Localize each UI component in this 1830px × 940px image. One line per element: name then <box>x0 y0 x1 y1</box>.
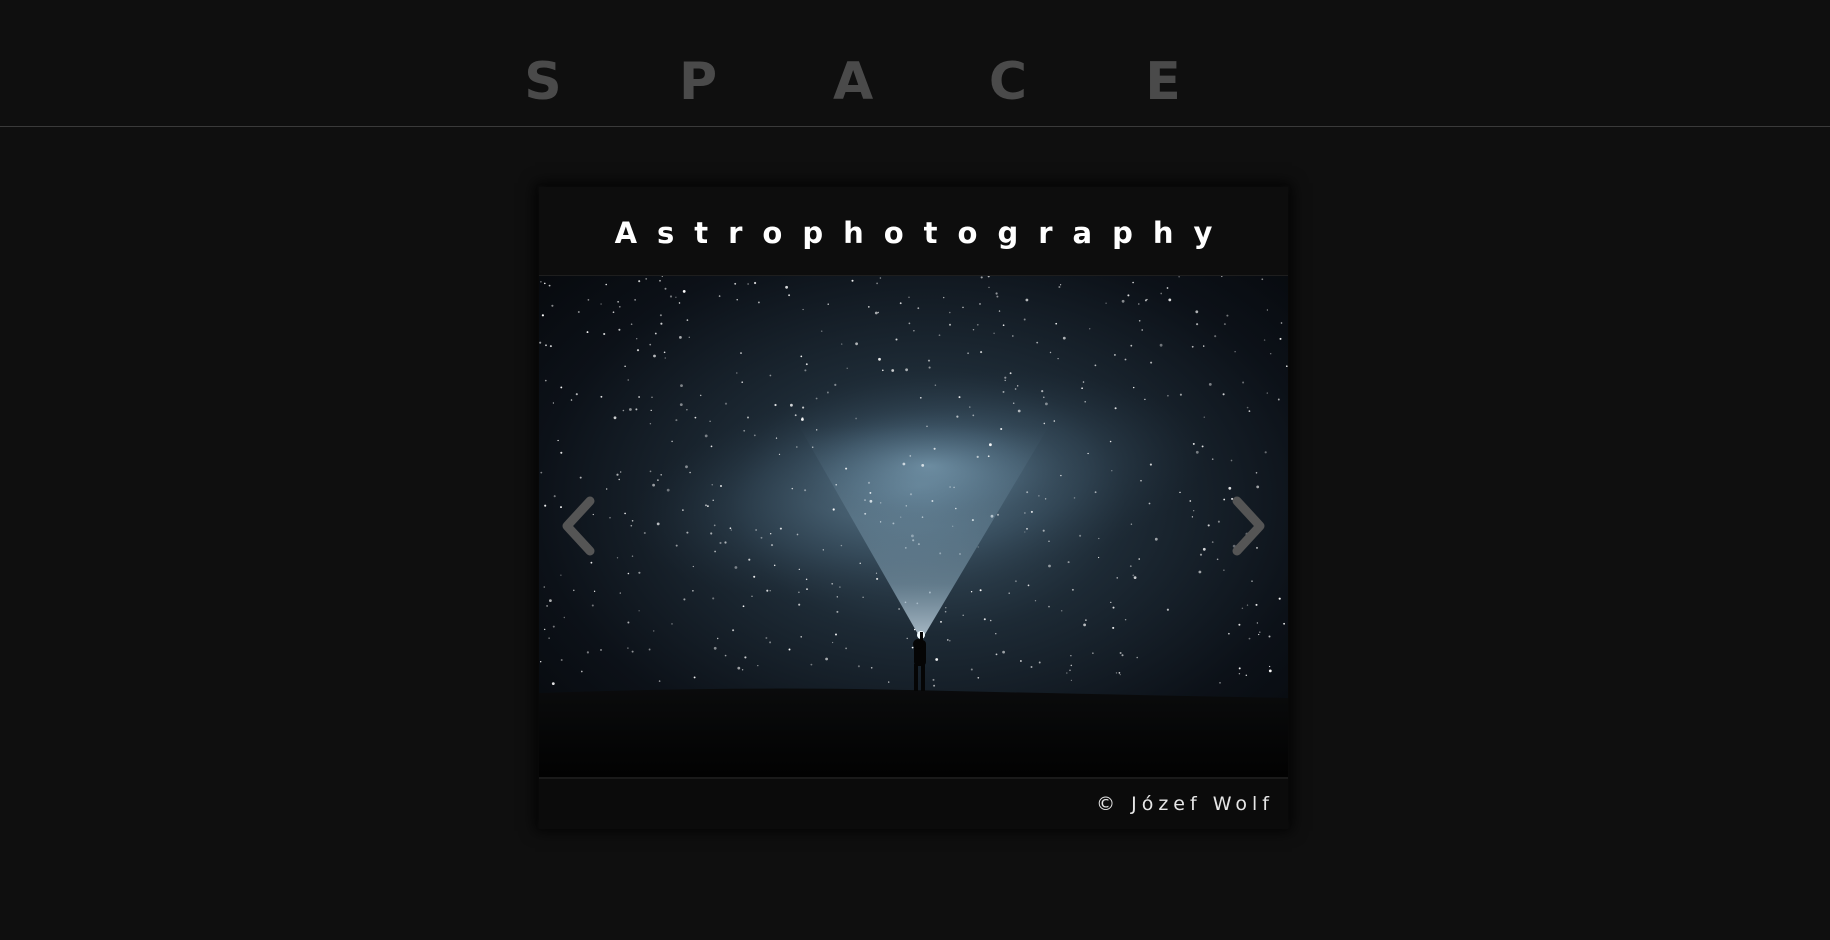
site-title-letter: P <box>678 52 718 112</box>
chevron-right-icon[interactable] <box>1222 491 1272 561</box>
site-title-letter: C <box>988 52 1028 112</box>
slideshow-photo <box>539 276 1288 777</box>
site-header: S P A C E <box>0 0 1830 127</box>
card-header: Astrophotography <box>539 187 1288 276</box>
site-title-letter: S <box>524 52 562 112</box>
gallery-card: Astrophotography © Józef Wolf <box>539 187 1288 829</box>
card-title: Astrophotography <box>614 216 1233 250</box>
card-footer: © Józef Wolf <box>539 777 1288 829</box>
site-title-letter: A <box>833 52 874 112</box>
site-title: S P A C E <box>523 52 1183 112</box>
chevron-left-icon[interactable] <box>555 491 605 561</box>
photo-credit: © Józef Wolf <box>1096 793 1274 815</box>
site-title-letter: E <box>1145 52 1181 112</box>
